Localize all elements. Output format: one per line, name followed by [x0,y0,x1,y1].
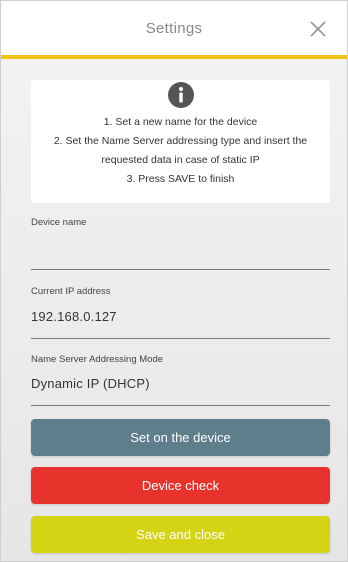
dialog-title: Settings [145,19,203,37]
instruction-line: 3. Press SAVE to finish [126,173,235,185]
instructions-text: 1. Set a new name for the device 2. Set … [31,113,330,189]
save-and-close-button[interactable]: Save and close [31,516,330,553]
instructions-card: 1. Set a new name for the device 2. Set … [31,80,330,203]
ns-mode-label: Name Server Addressing Mode [31,354,164,365]
current-ip-field[interactable]: Current IP address 192.168.0.127 [31,286,330,339]
info-icon [167,82,194,108]
set-on-device-button[interactable]: Set on the device [31,419,330,456]
current-ip-label: Current IP address [31,286,111,297]
instruction-line: 2. Set the Name Server addressing type a… [53,135,308,147]
device-check-button[interactable]: Device check [31,467,330,504]
ns-mode-field[interactable]: Name Server Addressing Mode Dynamic IP (… [31,354,330,406]
current-ip-input[interactable]: 192.168.0.127 [31,309,330,324]
instruction-line: requested data in case of static IP [101,154,260,166]
device-name-label: Device name [31,217,87,228]
dialog-header: Settings [1,1,347,59]
instruction-line: 1. Set a new name for the device [103,116,258,128]
settings-dialog: Settings 1. Set a new name for the devic… [0,0,348,562]
close-icon[interactable] [309,20,327,38]
device-name-field[interactable]: Device name [31,217,330,270]
ns-mode-select[interactable]: Dynamic IP (DHCP) [31,376,330,391]
